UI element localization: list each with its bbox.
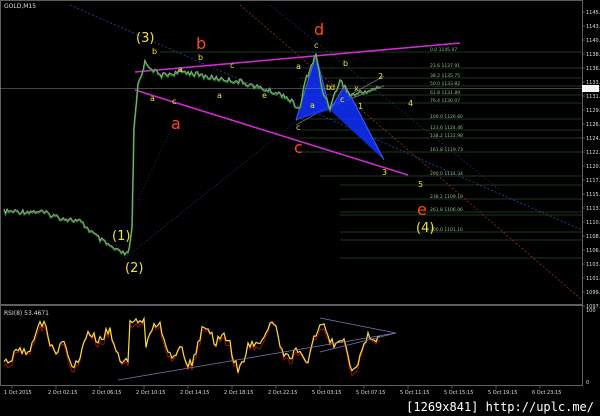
- wave-label-minor: a: [217, 91, 222, 100]
- projection-line: [124, 117, 301, 259]
- wave-label-minor: c: [340, 95, 345, 104]
- wave-label-minor: 4: [408, 99, 414, 108]
- fib-level-label: 300.0 1101.10: [430, 227, 463, 233]
- time-tick-label: 2 Oct 06:15: [92, 390, 121, 396]
- wave-label-minor: x: [354, 84, 359, 93]
- price-tick-label: 1115.4: [586, 192, 600, 198]
- wave-label-minor: 5: [418, 180, 424, 189]
- wave-label-minor: c: [296, 123, 301, 132]
- price-tick-label: 1140.8: [586, 38, 600, 44]
- time-tick-label: 5 Oct 19:15: [488, 390, 517, 396]
- main-chart-panel[interactable]: [0, 0, 583, 305]
- price-tick-label: 1113.0: [586, 206, 600, 212]
- wave-label-minor: c: [230, 61, 235, 70]
- time-tick-label: 2 Oct 10:15: [136, 390, 165, 396]
- wave-label-minor: a: [178, 65, 183, 74]
- wave-label-minor: 2: [378, 72, 384, 81]
- rsi-tick-label: 0: [586, 380, 589, 386]
- fibonacci-levels: 0.0 1145.07 23.6 1137.91 38.2 1135.75 50.0 …: [160, 47, 582, 259]
- time-tick-label: 1 Oct 2015: [4, 390, 32, 396]
- price-tick-label: 1117.7: [586, 178, 600, 184]
- fib-level-label: 61.8 1131.89: [430, 90, 460, 96]
- fib-level-label: 161.8 1119.73: [430, 147, 463, 153]
- wave-label-minor: b: [326, 83, 332, 92]
- wave-label-major: e: [417, 200, 427, 219]
- price-tick-label: 1099.2: [586, 290, 600, 296]
- rsi-panel[interactable]: [0, 305, 583, 386]
- price-tick-label: 1101.5: [586, 276, 600, 282]
- rsi-title: RSI(8) 53.4671: [4, 310, 49, 317]
- wave-label-major: (2): [125, 261, 144, 276]
- fib-level-label: 0.0 1145.07: [430, 47, 457, 53]
- fib-level-label: 100.0 1126.60: [430, 114, 463, 120]
- projection-line: [137, 119, 176, 201]
- rsi-tick-label: 100: [586, 308, 596, 314]
- price-tick-label: 1120.0: [586, 164, 600, 170]
- wave-label-minor: e: [262, 91, 267, 100]
- fib-level-label: 23.6 1137.91: [430, 63, 460, 69]
- price-tick-label: 1136.2: [586, 66, 600, 72]
- price-tick-label: 1122.3: [586, 150, 600, 156]
- price-tick-label: 1108.4: [586, 234, 600, 240]
- time-tick-label: 5 Oct 03:15: [312, 390, 341, 396]
- price-tick-label: 1103.8: [586, 262, 600, 268]
- wave-label-major: d: [314, 20, 325, 39]
- wave-label-minor: a: [310, 101, 315, 110]
- wave-label-major: (3): [136, 31, 155, 46]
- chart-title: GOLD,M15: [4, 3, 37, 10]
- projection-lines: [69, 4, 583, 301]
- wave-label-minor: c: [314, 41, 319, 50]
- fib-level-label: 123.6 1124.46: [430, 125, 463, 131]
- wave-label-minor: 3: [382, 168, 388, 177]
- price-tick-label: 1110.7: [586, 220, 600, 226]
- wave-label-major: (4): [416, 221, 435, 236]
- time-tick-label: 6 Oct 23:15: [532, 390, 561, 396]
- wave-label-minor: c: [172, 97, 177, 106]
- time-tick-label: 5 Oct 11:15: [400, 390, 429, 396]
- wave-label-minor: 1: [358, 102, 364, 111]
- fib-level-label: 200.0 1114.34: [430, 171, 463, 177]
- price-tick-label: 1143.1: [586, 24, 600, 30]
- fib-level-label: 261.8 1106.06: [430, 207, 463, 213]
- fib-level-label: 38.2 1135.75: [430, 73, 460, 79]
- wave-label-minor: a: [150, 94, 155, 103]
- time-tick-label: 2 Oct 18:15: [224, 390, 253, 396]
- price-tick-label: 1126.9: [586, 122, 600, 128]
- wave-label-major: b: [196, 34, 207, 53]
- fib-level-label: 76.4 1130.07: [430, 98, 460, 104]
- price-tick-label: 1129.2: [586, 108, 600, 114]
- wave-label-minor: b: [198, 53, 204, 62]
- wave-label-major: c: [294, 138, 303, 157]
- rsi-trendline: [319, 317, 397, 334]
- current-price-label: 1135.3: [584, 87, 600, 93]
- time-tick-label: 5 Oct 15:15: [444, 390, 473, 396]
- time-tick-label: 2 Oct 22:15: [268, 390, 297, 396]
- wave-label-minor: a: [296, 62, 301, 71]
- fib-level-label: 138.2 1122.98: [430, 133, 463, 139]
- price-tick-label: 1138.5: [586, 52, 600, 58]
- wave-label-minor: b: [343, 59, 349, 68]
- price-tick-label: 1106.1: [586, 248, 600, 254]
- time-tick-label: 2 Oct 14:15: [180, 390, 209, 396]
- watermark: [1269x841] http://uplc.me/: [404, 400, 596, 414]
- price-tick-label: 1124.6: [586, 136, 600, 142]
- fib-level-label: 238.2 1109.10: [430, 194, 463, 200]
- price-tick-label: 1145.4: [586, 10, 600, 16]
- price-tick-label: 1131.5: [586, 94, 600, 100]
- time-tick-label: 2 Oct 02:15: [48, 390, 77, 396]
- time-tick-label: 5 Oct 07:15: [356, 390, 385, 396]
- wave-label-major: (1): [112, 229, 131, 244]
- wave-label-minor: b: [152, 47, 158, 56]
- wave-label-major: a: [171, 114, 181, 133]
- rsi-series: [3, 316, 397, 381]
- fib-level-label: 50.0 1133.82: [430, 81, 460, 87]
- projection-line: [239, 4, 583, 301]
